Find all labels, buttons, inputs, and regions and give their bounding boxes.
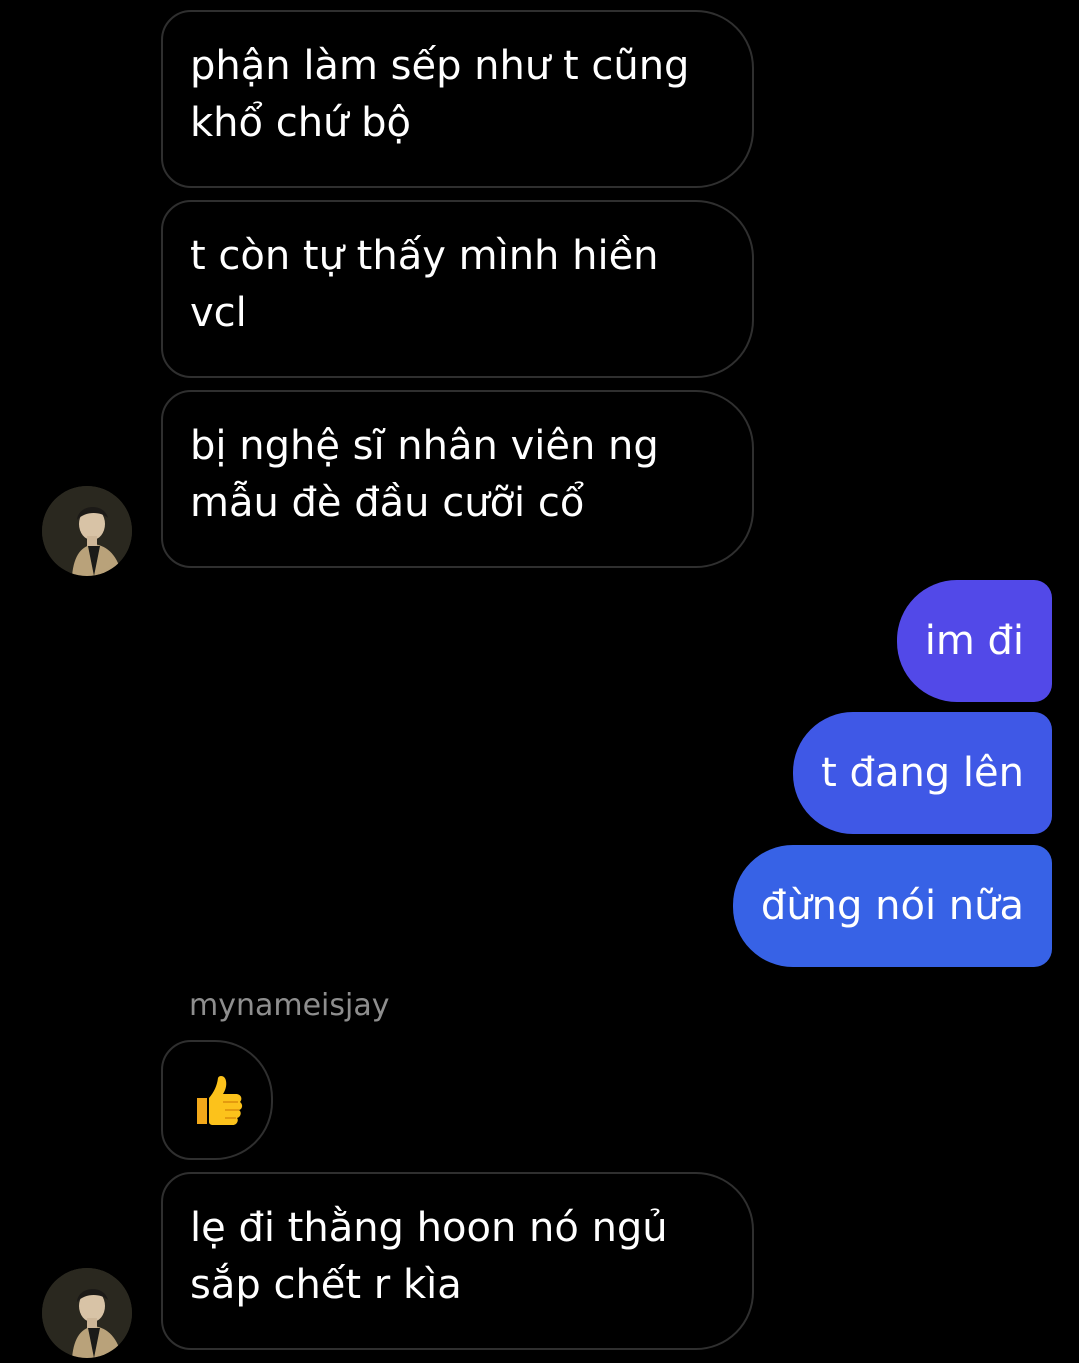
message-text: lẹ đi thằng hoon nó ngủ sắp chết r kìa	[190, 1205, 668, 1308]
outgoing-message-bubble[interactable]: đừng nói nữa	[732, 845, 1052, 967]
outgoing-message-bubble[interactable]: t đang lên	[793, 712, 1052, 834]
incoming-message-bubble[interactable]: bị nghệ sĩ nhân viên ng mẫu đè đầu cưỡi …	[161, 390, 754, 568]
incoming-message-bubble[interactable]: lẹ đi thằng hoon nó ngủ sắp chết r kìa	[161, 1172, 754, 1350]
sender-avatar[interactable]	[42, 1268, 132, 1358]
incoming-message-bubble[interactable]: phận làm sếp như t cũng khổ chứ bộ	[161, 10, 754, 188]
avatar-image	[42, 486, 132, 576]
message-text: đừng nói nữa	[760, 883, 1024, 929]
message-text: t đang lên	[821, 750, 1024, 796]
sender-avatar[interactable]	[42, 486, 132, 576]
emoji-message-bubble[interactable]	[161, 1040, 273, 1160]
message-text: phận làm sếp như t cũng khổ chứ bộ	[190, 43, 690, 146]
message-text: bị nghệ sĩ nhân viên ng mẫu đè đầu cưỡi …	[190, 423, 659, 526]
incoming-message-bubble[interactable]: t còn tự thấy mình hiền vcl	[161, 200, 754, 378]
outgoing-message-bubble[interactable]: im đi	[896, 580, 1052, 702]
thumbs-up-icon	[197, 1076, 243, 1125]
sender-name: mynameisjay	[189, 988, 390, 1023]
message-text: im đi	[924, 618, 1024, 664]
avatar-image	[42, 1268, 132, 1358]
message-text: t còn tự thấy mình hiền vcl	[190, 233, 659, 336]
